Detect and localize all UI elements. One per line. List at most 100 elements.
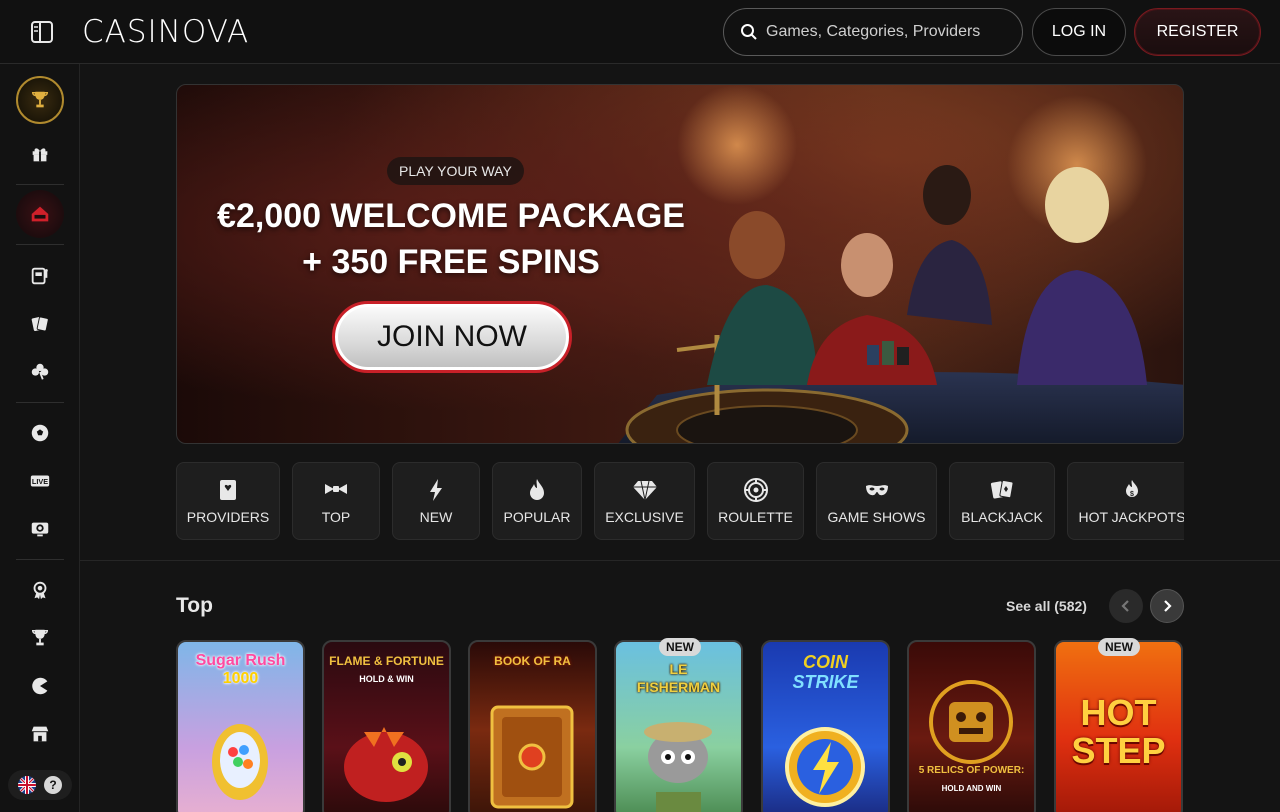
game-artwork	[929, 680, 1013, 764]
section-divider	[80, 560, 1280, 561]
category-label: ROULETTE	[718, 509, 793, 525]
game-title: HOT STEP	[1056, 694, 1181, 770]
help-icon[interactable]: ?	[44, 776, 62, 794]
sidebar-item-shop[interactable]	[16, 710, 64, 758]
category-hot-jackpots[interactable]: $ HOT JACKPOTS	[1067, 462, 1184, 540]
pacman-icon	[32, 677, 48, 695]
game-tile[interactable]: Sugar Rush 1000	[176, 640, 305, 812]
site-logo[interactable]: CASINOVA	[82, 14, 249, 50]
sidebar-divider	[16, 559, 64, 560]
game-tile[interactable]: HOT STEP	[1054, 640, 1183, 812]
sidebar-item-lottery[interactable]	[16, 348, 64, 396]
game-tile[interactable]: 5 RELICS OF POWER: HOLD AND WIN	[907, 640, 1036, 812]
category-strip: PROVIDERS TOP NEW POPULAR EXCLUSIVE ROUL…	[176, 462, 1184, 542]
hero-badge: PLAY YOUR WAY	[387, 157, 524, 185]
sidebar-toggle-icon[interactable]	[30, 20, 56, 44]
category-label: HOT JACKPOTS	[1078, 509, 1184, 525]
football-icon	[31, 424, 49, 442]
category-new[interactable]: NEW	[392, 462, 480, 540]
svg-text:LIVE: LIVE	[32, 477, 48, 486]
new-badge: NEW	[1098, 638, 1140, 656]
sidebar-divider	[16, 184, 64, 185]
hot-jackpot-icon: $	[1126, 480, 1138, 498]
game-title: FLAME & FORTUNE HOLD & WIN	[324, 652, 449, 688]
login-button[interactable]: LOG IN	[1032, 8, 1126, 56]
cup-icon	[31, 629, 49, 646]
category-blackjack[interactable]: BLACKJACK	[949, 462, 1055, 540]
sidebar-item-promotions[interactable]	[16, 130, 64, 178]
game-title-line: HOLD & WIN	[359, 674, 414, 684]
register-button[interactable]: REGISTER	[1134, 8, 1261, 56]
game-title-line: HOT	[1080, 692, 1157, 733]
category-popular[interactable]: POPULAR	[492, 462, 582, 540]
flame-icon	[530, 479, 544, 500]
sidebar-item-virtual-sports[interactable]	[16, 505, 64, 553]
virtual-sports-icon	[31, 522, 49, 537]
chevron-left-icon	[1121, 600, 1129, 612]
game-title-line: FISHERMAN	[636, 679, 721, 695]
game-artwork	[644, 722, 712, 812]
carousel-next-button[interactable]	[1150, 589, 1184, 623]
section-title: Top	[176, 594, 213, 617]
hero-title: €2,000 WELCOME PACKAGE + 350 FREE SPINS	[177, 193, 725, 285]
live-icon: LIVE	[30, 475, 50, 487]
category-top[interactable]: TOP	[292, 462, 380, 540]
category-label: GAME SHOWS	[827, 509, 926, 525]
book-icon	[220, 480, 236, 500]
game-artwork	[212, 724, 268, 800]
game-title-line: HOLD AND WIN	[941, 784, 1002, 793]
game-tile[interactable]: COIN STRIKE	[761, 640, 890, 812]
cards-icon	[31, 316, 49, 332]
carousel-prev-button[interactable]	[1109, 589, 1143, 623]
diamond-icon	[632, 480, 657, 501]
game-title-line: STEP	[1071, 730, 1166, 771]
category-label: BLACKJACK	[961, 509, 1043, 525]
sidebar: LIVE ?	[0, 64, 80, 812]
game-title-line: FLAME & FORTUNE	[329, 654, 444, 668]
roulette-icon	[743, 478, 768, 502]
sidebar-item-tournaments[interactable]	[16, 76, 64, 124]
sidebar-divider	[16, 244, 64, 245]
category-roulette[interactable]: ROULETTE	[707, 462, 804, 540]
game-title-line: Sugar Rush	[195, 652, 286, 669]
slot-machine-icon	[31, 267, 48, 285]
sidebar-item-live[interactable]: LIVE	[16, 457, 64, 505]
sidebar-item-home[interactable]	[16, 190, 64, 238]
game-title-line: STRIKE	[792, 672, 859, 692]
bowtie-icon	[325, 484, 347, 494]
sidebar-item-vip[interactable]	[16, 566, 64, 614]
language-flag-icon[interactable]	[18, 776, 36, 794]
sidebar-item-table-games[interactable]	[16, 300, 64, 348]
sidebar-item-arcade[interactable]	[16, 662, 64, 710]
svg-text:$: $	[1130, 491, 1134, 498]
game-tile[interactable]: BOOK OF RA	[468, 640, 597, 812]
category-label: EXCLUSIVE	[605, 509, 684, 525]
lightning-icon	[430, 479, 442, 501]
sidebar-item-achievements[interactable]	[16, 614, 64, 662]
game-artwork	[785, 727, 865, 807]
game-artwork	[344, 727, 428, 802]
category-game-shows[interactable]: GAME SHOWS	[816, 462, 937, 540]
game-tile[interactable]: FLAME & FORTUNE HOLD & WIN	[322, 640, 451, 812]
see-all-link[interactable]: See all (582)	[1006, 598, 1087, 614]
clover-icon	[31, 363, 49, 380]
sidebar-divider	[16, 402, 64, 403]
home-icon	[31, 206, 49, 222]
category-exclusive[interactable]: EXCLUSIVE	[594, 462, 695, 540]
hero-title-line: + 350 FREE SPINS	[302, 243, 600, 281]
category-providers[interactable]: PROVIDERS	[176, 462, 280, 540]
sidebar-item-slots[interactable]	[16, 252, 64, 300]
search-bar[interactable]	[723, 8, 1023, 56]
join-now-button[interactable]: JOIN NOW	[332, 301, 572, 373]
category-label: POPULAR	[503, 509, 571, 525]
hero-banner[interactable]: PLAY YOUR WAY €2,000 WELCOME PACKAGE + 3…	[176, 84, 1184, 444]
sidebar-item-sports[interactable]	[16, 409, 64, 457]
game-title: COIN STRIKE	[763, 652, 888, 692]
sidebar-footer: ?	[8, 770, 72, 800]
shop-icon	[31, 726, 49, 742]
game-tile[interactable]: LE FISHERMAN	[614, 640, 743, 812]
top-bar: CASINOVA LOG IN REGISTER	[0, 0, 1280, 64]
search-input[interactable]	[766, 23, 1006, 41]
game-title-line: COIN	[803, 652, 848, 672]
game-title: BOOK OF RA	[494, 654, 571, 668]
